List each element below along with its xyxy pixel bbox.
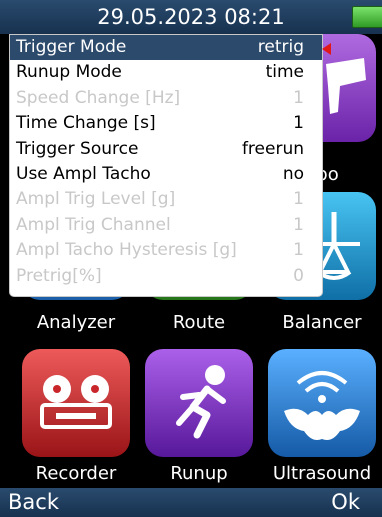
runup-icon: [145, 349, 253, 457]
back-button[interactable]: Back: [8, 490, 59, 514]
runup-tile[interactable]: [145, 349, 253, 457]
menu-item-label: Ampl Trig Channel: [16, 214, 171, 235]
menu-item-value: 0: [293, 265, 304, 286]
menu-item-value: freerun: [241, 138, 304, 159]
battery-icon: [352, 6, 382, 28]
device-screen: 29.05.2023 08:21 obo Analyzer Route: [0, 0, 382, 517]
menu-item-pretrig: Pretrig[%] 0: [10, 264, 322, 289]
menu-item-ampl-trig-level: Ampl Trig Level [g] 1: [10, 187, 322, 212]
footer-bar: Back Ok: [0, 488, 382, 517]
menu-item-value: 1: [293, 214, 304, 235]
menu-item-label: Trigger Source: [16, 138, 139, 159]
ok-button[interactable]: Ok: [331, 490, 360, 514]
menu-item-label: Trigger Mode: [16, 37, 127, 57]
trigger-settings-menu: Trigger Mode retrig Runup Mode time Spee…: [10, 35, 331, 296]
menu-item-label: Runup Mode: [16, 62, 122, 83]
menu-item-speed-change: Speed Change [Hz] 1: [10, 86, 322, 111]
status-bar: 29.05.2023 08:21: [0, 0, 382, 34]
menu-item-value: 1: [293, 113, 304, 134]
recorder-tile[interactable]: [22, 349, 130, 457]
recorder-label: Recorder: [35, 463, 117, 484]
analyzer-label: Analyzer: [36, 312, 116, 333]
menu-item-runup-mode[interactable]: Runup Mode time: [10, 60, 322, 85]
menu-item-trigger-mode[interactable]: Trigger Mode retrig: [10, 35, 331, 61]
menu-item-value: 1: [293, 189, 304, 210]
menu-item-value: 1: [293, 240, 304, 261]
menu-item-label: Pretrig[%]: [16, 265, 102, 286]
datetime: 29.05.2023 08:21: [97, 5, 285, 29]
recorder-icon: [22, 349, 130, 457]
balancer-label: Balancer: [282, 312, 362, 333]
selection-arrow-icon: [322, 43, 331, 55]
menu-item-value: time: [265, 62, 304, 83]
ultrasound-label: Ultrasound: [272, 463, 372, 484]
menu-item-use-ampl-tacho[interactable]: Use Ampl Tacho no: [10, 162, 322, 187]
menu-item-value: 1: [293, 87, 304, 108]
menu-item-label: Time Change [s]: [16, 113, 156, 134]
menu-item-value: retrig: [257, 37, 304, 57]
menu-item-trigger-source[interactable]: Trigger Source freerun: [10, 137, 322, 162]
menu-item-label: Ampl Trig Level [g]: [16, 189, 176, 210]
menu-item-value: no: [282, 164, 304, 184]
menu-item-time-change[interactable]: Time Change [s] 1: [10, 111, 322, 136]
route-label: Route: [172, 312, 226, 333]
menu-item-ampl-trig-channel: Ampl Trig Channel 1: [10, 213, 322, 238]
runup-label: Runup: [170, 463, 228, 484]
ultrasound-tile[interactable]: [268, 349, 376, 457]
menu-item-ampl-tacho-hysteresis: Ampl Tacho Hysteresis [g] 1: [10, 238, 322, 263]
ultrasound-icon: [268, 349, 376, 457]
menu-item-label: Ampl Tacho Hysteresis [g]: [16, 240, 237, 261]
menu-item-label: Use Ampl Tacho: [16, 164, 151, 184]
menu-item-label: Speed Change [Hz]: [16, 87, 181, 108]
